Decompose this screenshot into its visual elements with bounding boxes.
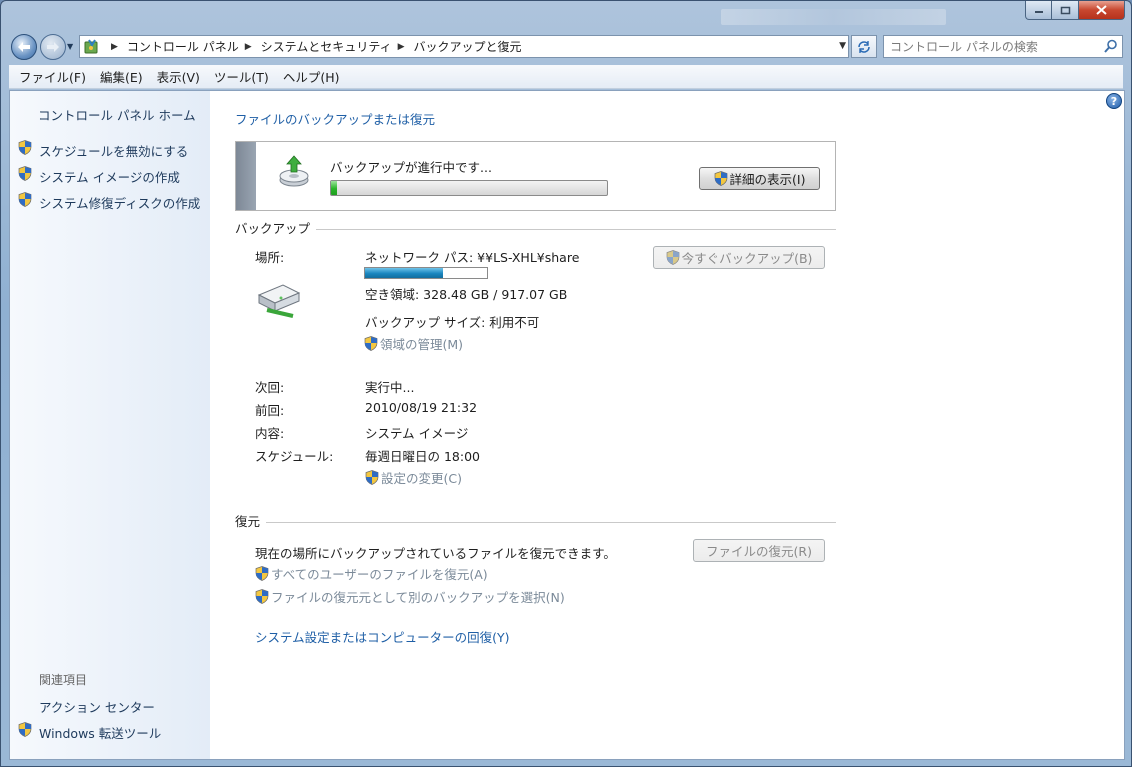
- last-value: 2010/08/19 21:32: [365, 400, 478, 415]
- address-dropdown-icon[interactable]: ▼: [839, 41, 846, 51]
- uac-shield-icon: [18, 140, 32, 155]
- refresh-button[interactable]: [851, 35, 877, 58]
- menu-tools[interactable]: ツール(T): [214, 67, 269, 86]
- menu-edit[interactable]: 編集(E): [100, 67, 143, 86]
- change-settings-link[interactable]: 設定の変更(C): [365, 468, 462, 487]
- restore-description: 現在の場所にバックアップされているファイルを復元できます。: [255, 546, 616, 561]
- button-label: 今すぐバックアップ(B): [681, 251, 813, 266]
- restore-section-heading: 復元: [235, 511, 267, 530]
- control-panel-icon: [84, 38, 98, 53]
- schedule-label: スケジュール:: [255, 449, 334, 464]
- link-label: すべてのユーザーのファイルを復元(A): [271, 567, 488, 582]
- link-label: 領域の管理(M): [380, 337, 464, 352]
- backup-status-box: バックアップが進行中です... 詳細の表示(I): [235, 141, 836, 211]
- backup-in-progress-icon: [279, 155, 309, 187]
- disk-space-bar: [364, 267, 488, 279]
- backup-progress-bar: [330, 180, 608, 196]
- network-drive-icon: [257, 284, 301, 318]
- uac-shield-icon: [714, 171, 727, 186]
- menu-view[interactable]: 表示(V): [157, 67, 200, 86]
- window-frame: ▼ ▶ コントロール パネル ▶ システムとセキュリティ ▶ バックアップと復元 ▼…: [0, 0, 1132, 767]
- menu-bar: ファイル(F) 編集(E) 表示(V) ツール(T) ヘルプ(H): [9, 65, 1123, 89]
- related-heading: 関連項目: [39, 673, 88, 687]
- sidebar-item-disable-schedule[interactable]: スケジュールを無効にする: [39, 141, 188, 160]
- page-title: ファイルのバックアップまたは復元: [235, 112, 436, 127]
- maximize-icon: [1060, 6, 1070, 14]
- breadcrumb-label: コントロール パネル: [126, 40, 239, 54]
- sidebar-item-action-center[interactable]: アクション センター: [39, 697, 155, 716]
- main-pane: ファイルのバックアップまたは復元 バックアップが進行中です... 詳細の表示(I…: [210, 91, 1124, 759]
- button-label: 詳細の表示(I): [729, 172, 806, 187]
- view-details-button[interactable]: 詳細の表示(I): [699, 167, 820, 190]
- last-label: 前回:: [255, 403, 285, 418]
- left-pane: コントロール パネル ホーム スケジュールを無効にする システム イメージの作成…: [10, 91, 210, 759]
- minimize-icon: [1034, 11, 1043, 13]
- recent-pages-dropdown[interactable]: ▼: [67, 42, 73, 51]
- breadcrumb-backup-restore[interactable]: バックアップと復元: [414, 38, 522, 55]
- recover-system-link[interactable]: システム設定またはコンピューターの回復(Y): [255, 627, 510, 646]
- restore-files-button[interactable]: ファイルの復元(R): [693, 539, 825, 562]
- back-arrow-icon: [18, 42, 30, 52]
- backup-section-divider: [235, 229, 836, 230]
- restore-section-divider: [235, 522, 836, 523]
- refresh-icon: [858, 40, 870, 53]
- select-other-backup-link[interactable]: ファイルの復元元として別のバックアップを選択(N): [255, 587, 565, 606]
- uac-shield-icon: [255, 589, 269, 604]
- progress-fill: [331, 181, 337, 195]
- sidebar-item-create-repair-disc[interactable]: システム修復ディスクの作成: [39, 193, 200, 212]
- link-label: ファイルの復元元として別のバックアップを選択(N): [271, 590, 565, 605]
- minimize-button[interactable]: [1025, 1, 1052, 20]
- breadcrumb-label: システムとセキュリティ: [260, 40, 392, 54]
- location-value: ネットワーク パス: ¥¥LS-XHL¥share: [365, 250, 580, 265]
- sidebar-control-panel-home[interactable]: コントロール パネル ホーム: [38, 105, 196, 124]
- address-bar[interactable]: ▶ コントロール パネル ▶ システムとセキュリティ ▶ バックアップと復元 ▼: [79, 35, 849, 58]
- client-area: コントロール パネル ホーム スケジュールを無効にする システム イメージの作成…: [9, 90, 1125, 760]
- sidebar-item-create-system-image[interactable]: システム イメージの作成: [39, 167, 180, 186]
- close-button[interactable]: [1079, 1, 1125, 20]
- schedule-value: 毎週日曜日の 18:00: [365, 449, 480, 464]
- free-space: 空き領域: 328.48 GB / 917.07 GB: [365, 287, 568, 302]
- backup-section-heading: バックアップ: [235, 218, 317, 237]
- uac-shield-icon: [364, 336, 378, 351]
- title-bar-blur: [721, 9, 946, 25]
- restore-all-users-link[interactable]: すべてのユーザーのファイルを復元(A): [255, 564, 488, 583]
- menu-help[interactable]: ヘルプ(H): [283, 67, 340, 86]
- breadcrumb-label: バックアップと復元: [413, 40, 522, 54]
- status-accent-bar: [236, 142, 256, 210]
- close-icon: [1096, 5, 1107, 15]
- caption-buttons: [1025, 1, 1125, 20]
- contents-label: 内容:: [255, 426, 285, 441]
- sidebar-item-windows-transfer[interactable]: Windows 転送ツール: [39, 723, 161, 742]
- forward-arrow-icon: [47, 42, 59, 52]
- menu-file[interactable]: ファイル(F): [19, 67, 86, 86]
- breadcrumb-sep-root[interactable]: ▶: [105, 42, 127, 52]
- navigation-row: ▼ ▶ コントロール パネル ▶ システムとセキュリティ ▶ バックアップと復元 ▼: [9, 31, 1123, 61]
- uac-shield-icon: [666, 250, 679, 265]
- uac-shield-icon: [18, 192, 32, 207]
- manage-space-link[interactable]: 領域の管理(M): [364, 334, 463, 353]
- backup-size: バックアップ サイズ: 利用不可: [365, 315, 540, 330]
- search-box[interactable]: [883, 35, 1123, 58]
- maximize-button[interactable]: [1052, 1, 1079, 20]
- disk-space-fill: [365, 268, 444, 278]
- forward-button[interactable]: [40, 34, 66, 60]
- breadcrumb-system-security[interactable]: システムとセキュリティ ▶: [261, 38, 414, 55]
- breadcrumb-control-panel[interactable]: コントロール パネル ▶: [127, 38, 261, 55]
- location-label: 場所:: [255, 250, 285, 265]
- backup-now-button[interactable]: 今すぐバックアップ(B): [653, 246, 825, 269]
- search-input[interactable]: [890, 39, 1100, 54]
- uac-shield-icon: [18, 166, 32, 181]
- search-icon[interactable]: [1104, 39, 1118, 53]
- status-text: バックアップが進行中です...: [330, 160, 492, 175]
- back-button[interactable]: [11, 34, 37, 60]
- uac-shield-icon: [18, 722, 32, 737]
- next-label: 次回:: [255, 380, 285, 395]
- link-label: 設定の変更(C): [381, 471, 462, 486]
- uac-shield-icon: [365, 470, 379, 485]
- uac-shield-icon: [255, 566, 269, 581]
- contents-value: システム イメージ: [365, 426, 469, 441]
- next-value: 実行中...: [365, 380, 415, 395]
- button-label: ファイルの復元(R): [706, 544, 812, 559]
